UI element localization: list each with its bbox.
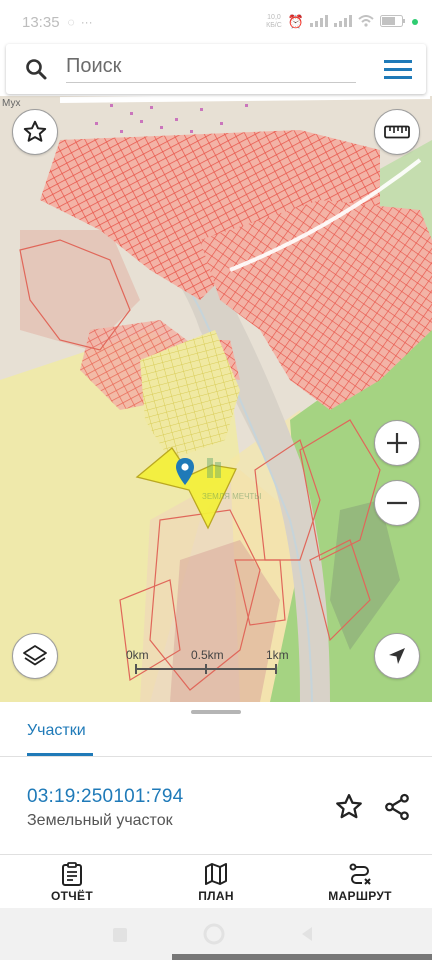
map-terrain: ЗЕМЛЯ МЕЧТЫ Мух: [0, 96, 432, 702]
parcel-type: Земельный участок: [27, 812, 173, 829]
home-icon[interactable]: [203, 923, 225, 945]
favorites-button[interactable]: [12, 109, 58, 155]
map-scale: 0km 0.5km 1km: [126, 648, 289, 678]
favorite-parcel-button[interactable]: [334, 792, 364, 827]
share-icon: [385, 793, 409, 821]
map-plan-icon: [205, 862, 227, 885]
battery-icon: [380, 14, 406, 31]
layers-button[interactable]: [12, 633, 58, 679]
zoom-in-button[interactable]: [374, 420, 420, 466]
nav-report[interactable]: ОТЧЁТ: [0, 856, 144, 908]
scale-label-1: 1km: [266, 648, 289, 662]
road-label: Мух: [2, 98, 20, 109]
parcel-id[interactable]: 03:19:250101:794: [27, 786, 183, 808]
wifi-icon: [358, 14, 374, 31]
map-view[interactable]: ЗЕМЛЯ МЕЧТЫ Мух 0km 0.5km 1km: [0, 96, 432, 702]
plus-icon: [387, 433, 407, 453]
net-speed: 10,0 КБ/С: [266, 14, 282, 29]
divider: [0, 854, 432, 855]
nav-plan[interactable]: ПЛАН: [144, 856, 288, 908]
hamburger-menu-button[interactable]: [370, 44, 426, 94]
ruler-icon: [384, 125, 410, 139]
bottom-nav: ОТЧЁТ ПЛАН МАРШРУТ: [0, 856, 432, 908]
scale-bar: [135, 664, 277, 674]
star-icon: [23, 120, 47, 142]
scale-label-0: 0km: [126, 648, 149, 662]
minus-icon: [387, 501, 407, 505]
more-dots-icon: ···: [80, 15, 93, 29]
signal-icon-2: [334, 14, 352, 31]
nav-plan-label: ПЛАН: [198, 888, 234, 903]
recent-apps-icon[interactable]: [113, 928, 127, 942]
drag-handle[interactable]: [191, 710, 241, 714]
back-icon[interactable]: [302, 927, 312, 941]
status-time: 13:35: [22, 13, 60, 31]
nav-route[interactable]: МАРШРУТ: [288, 856, 432, 908]
home-indicator: [172, 954, 432, 960]
tab-parcels[interactable]: Участки: [27, 722, 86, 740]
search-input[interactable]: [66, 55, 356, 83]
divider: [0, 756, 432, 757]
zoom-out-button[interactable]: [374, 480, 420, 526]
notification-dot: [412, 19, 418, 25]
route-icon: [349, 863, 371, 885]
report-clipboard-icon: [62, 861, 82, 886]
ruler-button[interactable]: [374, 109, 420, 155]
nav-route-label: МАРШРУТ: [328, 888, 392, 903]
alarm-icon: ⏰: [287, 14, 304, 29]
star-icon: [336, 794, 362, 819]
search-bar: [6, 44, 426, 94]
status-bar: 13:35 ◌ ··· 10,0 КБ/С ⏰: [0, 0, 432, 44]
navigation-arrow-icon: [389, 648, 405, 664]
locate-button[interactable]: [374, 633, 420, 679]
share-button[interactable]: [382, 792, 412, 827]
scale-label-half: 0.5km: [191, 648, 224, 662]
layers-icon: [23, 645, 47, 666]
hamburger-menu-icon: [384, 60, 412, 79]
search-icon[interactable]: [6, 57, 66, 81]
signal-icon: [310, 14, 328, 31]
system-nav-bar: [0, 908, 432, 960]
nav-report-label: ОТЧЁТ: [51, 888, 93, 903]
whatsapp-icon: ◌: [67, 15, 75, 29]
watermark-text: ЗЕМЛЯ МЕЧТЫ: [202, 492, 261, 501]
location-marker-icon[interactable]: [175, 457, 195, 487]
system-nav-icons: [113, 923, 312, 945]
status-icons: 10,0 КБ/С ⏰: [266, 14, 418, 31]
